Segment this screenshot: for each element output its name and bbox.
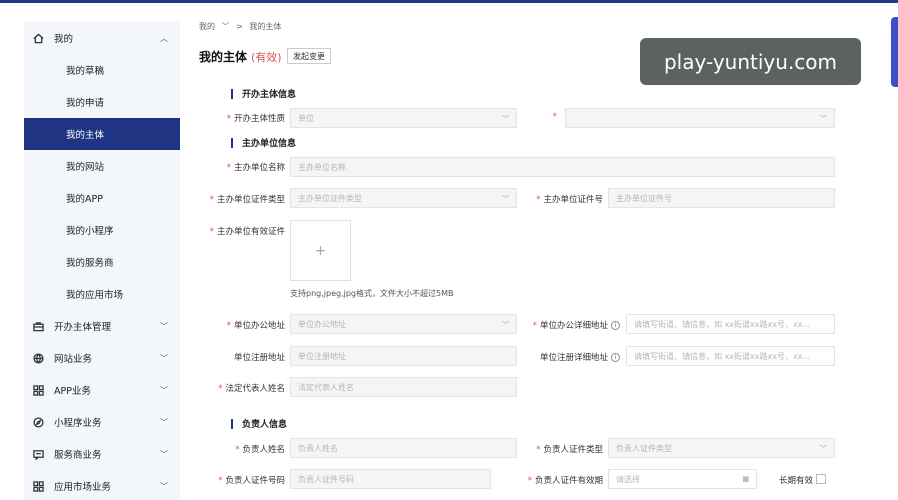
- home-icon: [32, 32, 44, 44]
- reg-detail-input[interactable]: 请填写街道、镇信息，如 xx街道xx路xx号、xx...: [626, 346, 835, 366]
- info-icon[interactable]: i: [611, 353, 620, 362]
- sidebar-item-drafts[interactable]: 我的草稿: [24, 54, 180, 86]
- sidebar-item-applications[interactable]: 我的申请: [24, 86, 180, 118]
- sidebar-group-label: 我的: [54, 34, 74, 45]
- chevron-down-icon: ﹀: [221, 22, 230, 31]
- message-icon: [32, 448, 44, 460]
- sidebar-item-my-app[interactable]: 我的APP: [24, 182, 180, 214]
- breadcrumb: 我的 ﹀ > 我的主体: [199, 21, 285, 32]
- sidebar-item-my-website[interactable]: 我的网站: [24, 150, 180, 182]
- person-valid-date-picker[interactable]: 请选择 ▦: [608, 469, 757, 489]
- legal-rep-label: * 法定代表人姓名: [218, 384, 285, 394]
- sidebar-group-my[interactable]: 我的 ︿: [24, 22, 180, 54]
- sidebar-group-app-business[interactable]: APP业务 ﹀: [24, 374, 180, 406]
- person-cert-type-select[interactable]: 负责人证件类型 ﹀: [608, 438, 835, 458]
- grid-icon: [32, 384, 44, 396]
- sidebar-group-label: 服务商业务: [54, 450, 102, 461]
- sidebar-group-label: 应用市场业务: [54, 482, 112, 493]
- initiate-change-button[interactable]: 发起变更: [287, 48, 331, 64]
- globe-icon: [32, 352, 44, 364]
- org-name-label: * 主办单位名称: [226, 163, 285, 173]
- sidebar-group-label: 小程序业务: [54, 418, 102, 429]
- compass-icon: [32, 416, 44, 428]
- sidebar-group-entity-management[interactable]: 开办主体管理 ﹀: [24, 310, 180, 342]
- upload-hint: 支持png,jpeg,jpg格式，文件大小不超过5MB: [290, 289, 454, 298]
- watermark-banner: play-yuntiyu.com: [640, 38, 861, 85]
- chevron-down-icon: ﹀: [160, 322, 168, 331]
- sidebar-group-label: 开办主体管理: [54, 322, 112, 333]
- cert-no-label: * 主办单位证件号: [536, 195, 603, 205]
- info-icon[interactable]: i: [611, 321, 620, 330]
- page-title: 我的主体 (有效): [199, 48, 282, 65]
- section-title-org-info: 主办单位信息: [231, 136, 296, 149]
- required-mark: *: [552, 112, 557, 122]
- chevron-down-icon: ﹀: [160, 450, 168, 459]
- chevron-down-icon: ﹀: [502, 321, 509, 329]
- chevron-down-icon: ﹀: [502, 195, 509, 203]
- office-addr-label: * 单位办公地址: [226, 321, 285, 331]
- breadcrumb-current: 我的主体: [249, 22, 282, 31]
- cert-type-label: * 主办单位证件类型: [209, 195, 285, 205]
- office-detail-input[interactable]: 请填写街道、镇信息，如 xx街道xx路xx号、xx...: [626, 314, 835, 334]
- sidebar-item-my-entity[interactable]: 我的主体: [24, 118, 180, 150]
- cert-no-input[interactable]: 主办单位证件号: [608, 188, 835, 208]
- briefcase-icon: [32, 320, 44, 332]
- sidebar-item-my-provider[interactable]: 我的服务商: [24, 246, 180, 278]
- person-valid-label: * 负责人证件有效期: [527, 476, 603, 486]
- reg-detail-label: 单位注册详细地址 i: [522, 351, 620, 363]
- chevron-down-icon: ﹀: [502, 115, 509, 123]
- reg-addr-select[interactable]: 单位注册地址: [290, 346, 517, 366]
- grid-icon: [32, 480, 44, 492]
- chevron-down-icon: ﹀: [160, 418, 168, 427]
- reg-addr-label: 单位注册地址: [233, 353, 285, 363]
- person-name-label: * 负责人姓名: [235, 445, 285, 455]
- chevron-down-icon: ﹀: [160, 482, 168, 491]
- valid-cert-label: * 主办单位有效证件: [209, 227, 285, 237]
- nature-subtype-select[interactable]: ﹀: [565, 108, 835, 128]
- edge-side-tab[interactable]: [891, 17, 898, 87]
- sidebar-group-miniprogram-business[interactable]: 小程序业务 ﹀: [24, 406, 180, 438]
- chevron-down-icon: ﹀: [820, 445, 827, 453]
- person-cert-no-label: * 负责人证件号码: [218, 476, 285, 486]
- sidebar-group-label: 网站业务: [54, 354, 93, 365]
- nature-label: * 开办主体性质: [226, 114, 285, 124]
- office-detail-label: * 单位办公详细地址 i: [522, 319, 620, 331]
- person-name-input[interactable]: 负责人姓名: [290, 438, 517, 458]
- sidebar: 我的 ︿ 我的草稿 我的申请 我的主体 我的网站 我的APP 我的小程序 我的服…: [24, 22, 180, 500]
- sidebar-item-my-appmarket[interactable]: 我的应用市场: [24, 278, 180, 310]
- page-title-text: 我的主体: [199, 50, 248, 64]
- long-term-label: 长期有效: [778, 476, 813, 486]
- breadcrumb-my[interactable]: 我的: [199, 22, 215, 31]
- upload-button[interactable]: +: [290, 220, 351, 281]
- section-title-person-info: 负责人信息: [231, 417, 287, 430]
- calendar-icon: ▦: [742, 475, 749, 483]
- sidebar-group-appmarket-business[interactable]: 应用市场业务 ﹀: [24, 470, 180, 500]
- org-name-input[interactable]: 主办单位名称: [290, 157, 835, 177]
- person-cert-no-input[interactable]: 负责人证件号码: [290, 469, 491, 489]
- sidebar-group-provider-business[interactable]: 服务商业务 ﹀: [24, 438, 180, 470]
- person-cert-type-label: * 负责人证件类型: [536, 445, 603, 455]
- top-accent-bar: [0, 0, 898, 3]
- section-title-entity-info: 开办主体信息: [231, 87, 296, 100]
- chevron-down-icon: ﹀: [160, 386, 168, 395]
- chevron-down-icon: ﹀: [160, 354, 168, 363]
- sidebar-group-website-business[interactable]: 网站业务 ﹀: [24, 342, 180, 374]
- chevron-down-icon: ﹀: [820, 115, 827, 123]
- long-term-checkbox[interactable]: [816, 474, 826, 484]
- status-badge: (有效): [251, 51, 282, 64]
- legal-rep-input[interactable]: 法定代表人姓名: [290, 377, 517, 397]
- chevron-up-icon: ︿: [160, 34, 168, 43]
- cert-type-select[interactable]: 主办单位证件类型 ﹀: [290, 188, 517, 208]
- sidebar-group-label: APP业务: [54, 386, 91, 397]
- office-addr-select[interactable]: 单位办公地址 ﹀: [290, 314, 517, 334]
- sidebar-item-my-miniprogram[interactable]: 我的小程序: [24, 214, 180, 246]
- nature-select[interactable]: 单位 ﹀: [290, 108, 517, 128]
- breadcrumb-separator: >: [236, 22, 243, 31]
